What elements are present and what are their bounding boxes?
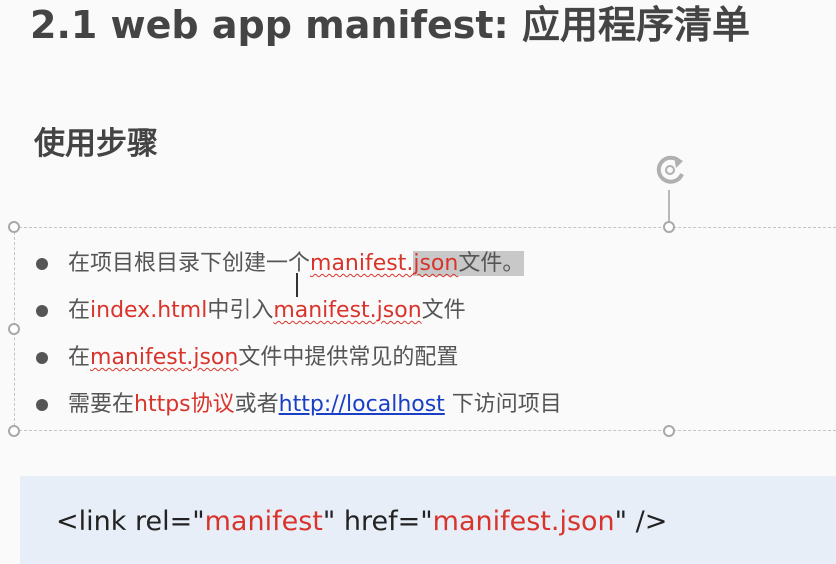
code-text: " href=" — [322, 506, 433, 537]
rotate-handle-icon[interactable] — [650, 150, 690, 190]
bullet-icon — [36, 399, 48, 411]
step-text: 文件中提供常见的配置 — [238, 345, 459, 370]
slide-subtitle: 使用步骤 — [34, 126, 158, 162]
resize-handle-bottom-left[interactable] — [8, 425, 20, 437]
resize-handle-bottom-center[interactable] — [663, 425, 675, 437]
resize-handle-middle-left[interactable] — [8, 323, 20, 335]
code-text: " /> — [614, 506, 668, 537]
bullet-icon — [36, 305, 48, 317]
list-item[interactable]: 在index.html中引入manifest.json文件 — [36, 289, 562, 336]
step-highlight: manifest.json — [273, 298, 422, 323]
text-cursor-icon — [296, 273, 298, 297]
step-text: 文件 — [421, 298, 466, 323]
code-block: <link rel="manifest" href="manifest.json… — [20, 476, 836, 564]
resize-handle-top-left[interactable] — [8, 221, 20, 233]
list-item[interactable]: 需要在https协议或者http://localhost 下访问项目 — [36, 383, 562, 430]
step-text: 在项目根目录下创建一个 — [68, 251, 311, 276]
slide-title: 2.1 web app manifest: 应用程序清单 — [30, 3, 750, 47]
code-text: <link rel=" — [56, 506, 205, 537]
step-text: 或者 — [234, 392, 279, 417]
step-highlight: https协议 — [134, 392, 235, 417]
list-item[interactable]: 在manifest.json文件中提供常见的配置 — [36, 336, 562, 383]
code-line: <link rel="manifest" href="manifest.json… — [56, 504, 667, 540]
step-text: 中引入 — [207, 298, 274, 323]
step-text: 在 — [68, 298, 91, 323]
step-text: 在 — [68, 345, 91, 370]
step-text-selected: 文件。 — [458, 251, 525, 276]
code-value: manifest — [204, 506, 323, 537]
resize-handle-top-center[interactable] — [663, 221, 675, 233]
list-item[interactable]: 在项目根目录下创建一个manifest.json文件。 — [36, 242, 562, 289]
step-text: 下访问项目 — [444, 392, 562, 417]
step-text: 需要在 — [68, 392, 135, 417]
code-value: manifest.json — [432, 506, 615, 537]
step-highlight: index.html — [90, 298, 208, 323]
bullet-icon — [36, 258, 48, 270]
step-highlight: manifest. — [310, 251, 414, 276]
localhost-link[interactable]: http://localhost — [279, 392, 445, 417]
steps-list[interactable]: 在项目根目录下创建一个manifest.json文件。 在index.html中… — [36, 242, 562, 430]
step-highlight-selected: json — [413, 251, 459, 276]
bullet-icon — [36, 352, 48, 364]
step-highlight: manifest.json — [90, 345, 239, 370]
